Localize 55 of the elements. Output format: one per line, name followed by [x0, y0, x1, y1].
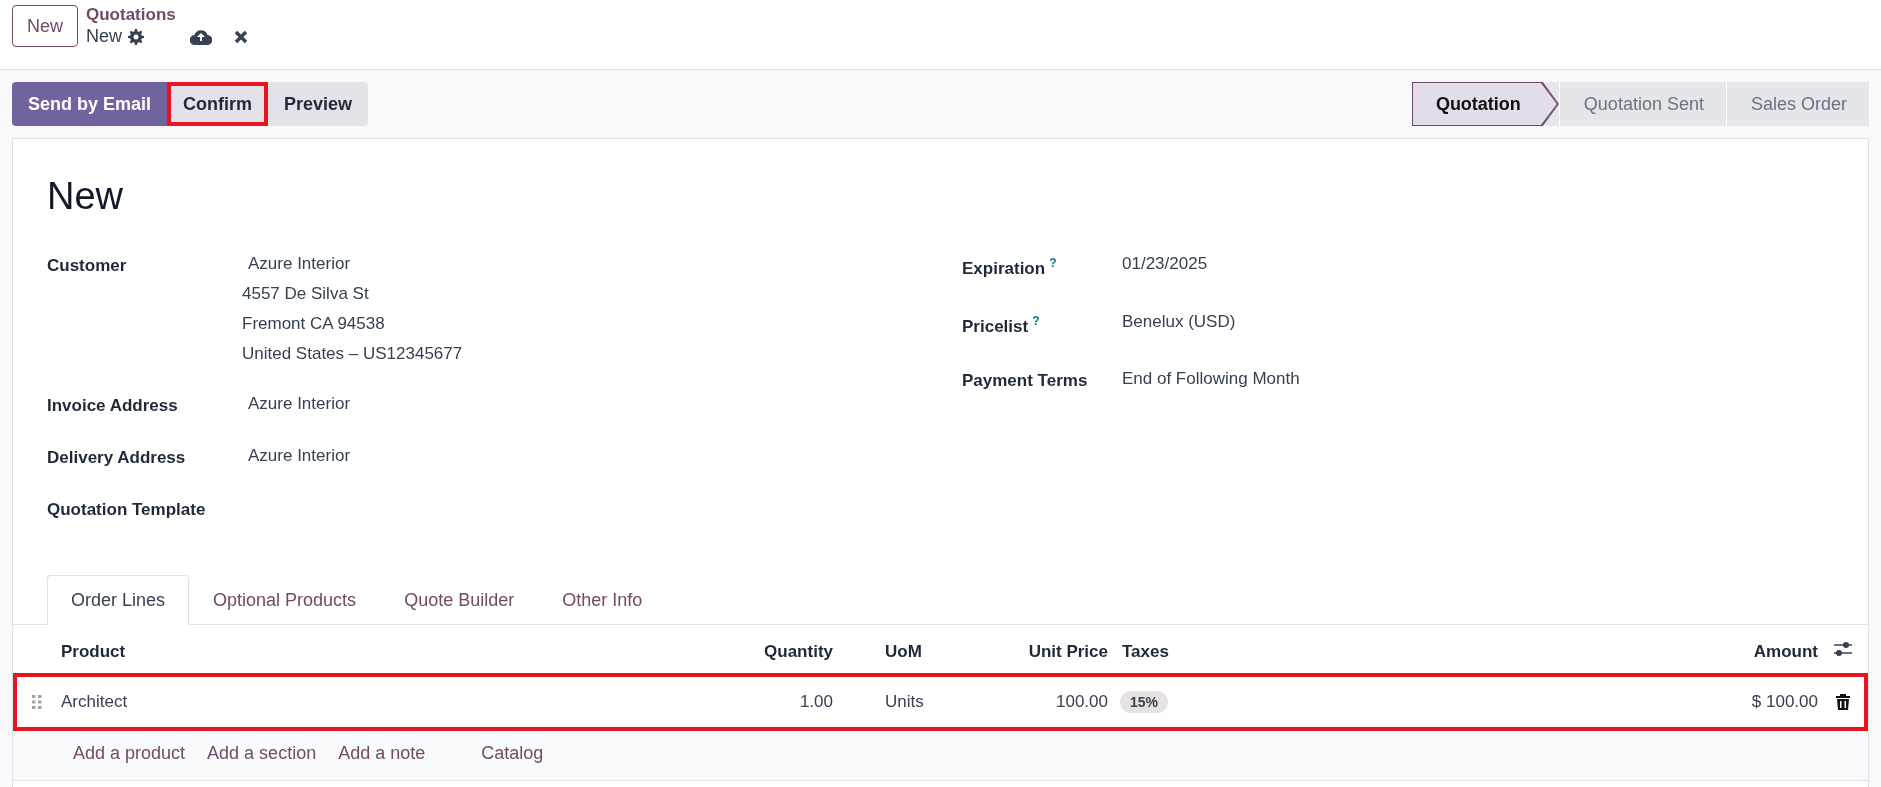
add-link[interactable]: Add a section	[207, 743, 317, 768]
help-tooltip[interactable]: ?	[1032, 313, 1040, 328]
action-button[interactable]: Send by Email	[12, 82, 168, 126]
breadcrumb-link[interactable]: Quotations	[86, 5, 249, 25]
status-stage[interactable]: Quotation Sent	[1558, 82, 1726, 126]
status-stage[interactable]: Sales Order	[1725, 82, 1869, 126]
sliders-icon[interactable]	[1833, 641, 1853, 657]
field-label: Quotation Template	[47, 499, 207, 520]
column-header[interactable]: Product	[61, 625, 693, 673]
field-label: Delivery Address	[47, 447, 187, 468]
gear-icon[interactable]	[128, 28, 145, 45]
field-label: Payment Terms	[962, 370, 1089, 392]
column-header[interactable]: Unit Price	[963, 625, 1108, 673]
tab[interactable]: Optional Products	[189, 575, 381, 625]
field-label: Customer	[47, 255, 128, 277]
close-icon[interactable]	[234, 29, 249, 44]
cloud-upload-icon[interactable]	[190, 28, 213, 45]
column-header[interactable]: Taxes	[1108, 625, 1668, 673]
new-button[interactable]: New	[12, 5, 78, 47]
column-header[interactable]: Amount	[1668, 625, 1818, 673]
drag-handle-icon[interactable]	[32, 695, 42, 709]
table-cell-text: $ 100.00	[1750, 692, 1818, 712]
field-value[interactable]: Azure Interior	[242, 254, 463, 274]
field-value[interactable]: Benelux (USD)	[1122, 311, 1236, 337]
field-label: Pricelist $^{?}$	[962, 312, 1041, 337]
action-button[interactable]: Preview	[268, 82, 369, 126]
order-line[interactable]: Architect 1.00 Units 100.00 15% $ 100.00	[13, 673, 1868, 731]
column-header[interactable]: UoM	[833, 625, 963, 673]
tab[interactable]: Other Info	[538, 575, 667, 625]
table-cell-text: Units	[884, 692, 925, 712]
record-name: New	[86, 26, 123, 47]
table-cell-text: 100.00	[1055, 692, 1108, 712]
tab[interactable]: Quote Builder	[380, 575, 539, 625]
add-link[interactable]: Catalog	[481, 743, 544, 768]
add-link[interactable]: Add a product	[73, 743, 186, 768]
trash-icon[interactable]	[1836, 694, 1850, 710]
add-link[interactable]: Add a note	[338, 743, 426, 768]
tab[interactable]: Order Lines	[47, 575, 190, 625]
field-value[interactable]: Azure Interior	[242, 394, 351, 414]
field-label: Expiration $^{?}$	[962, 255, 1058, 279]
table-cell-text: 1.00	[798, 692, 833, 712]
record-title: New	[47, 175, 125, 218]
action-button[interactable]: Confirm	[167, 82, 269, 126]
field-label: Invoice Address	[47, 395, 179, 416]
field-value: United States – US12345677	[242, 344, 463, 364]
field-value[interactable]: Azure Interior	[242, 446, 351, 466]
status-stage[interactable]: Quotation	[1411, 82, 1559, 126]
field-value[interactable]: End of Following Month	[1122, 369, 1300, 392]
tax-tag: 15%	[1120, 691, 1169, 713]
field-value[interactable]: 01/23/2025	[1122, 254, 1208, 279]
field-value: Fremont CA 94538	[242, 314, 386, 334]
table-cell-text: Architect	[61, 692, 129, 712]
field-value: 4557 De Silva St	[242, 284, 370, 304]
help-tooltip[interactable]: ?	[1049, 256, 1057, 270]
column-header[interactable]: Quantity	[693, 625, 833, 673]
